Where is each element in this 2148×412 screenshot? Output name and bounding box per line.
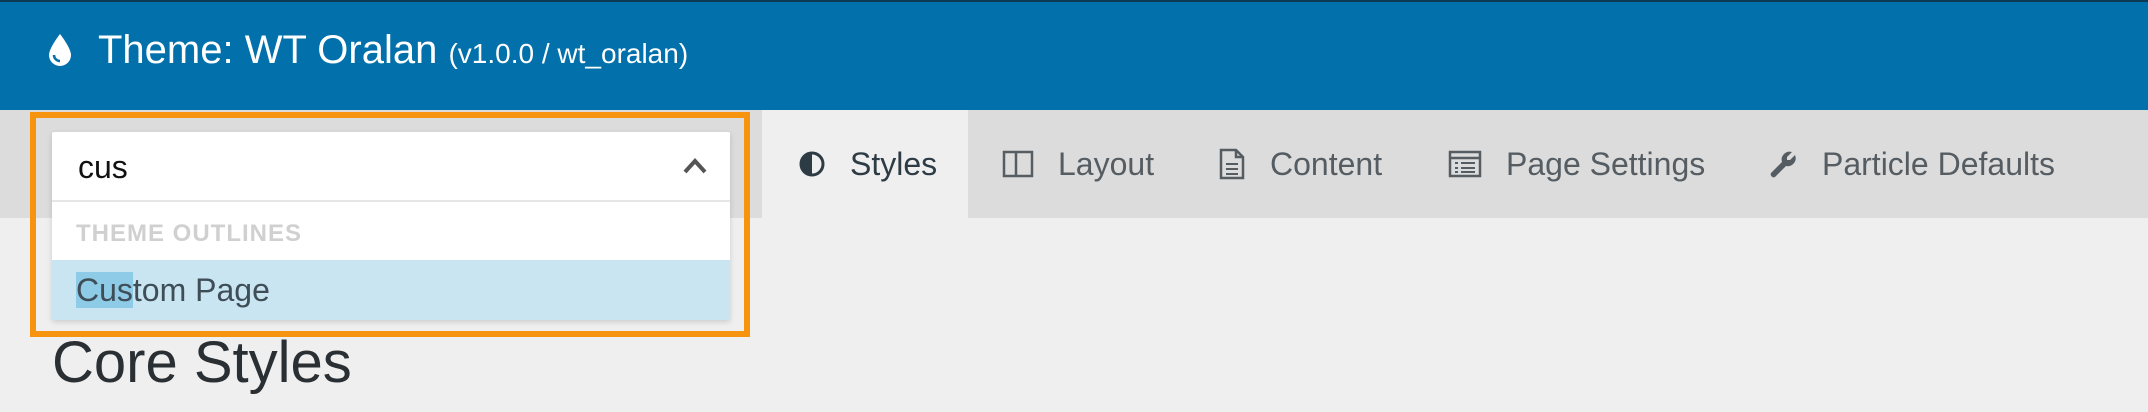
chevron-up-icon[interactable] bbox=[682, 156, 708, 176]
outline-search-value: cus bbox=[78, 149, 128, 185]
list-window-icon bbox=[1448, 150, 1482, 178]
tab-particle-defaults[interactable]: Particle Defaults bbox=[1768, 110, 2055, 218]
tab-styles-label: Styles bbox=[850, 145, 938, 182]
theme-header: Theme: WT Oralan (v1.0.0 / wt_oralan) bbox=[0, 0, 2148, 110]
document-icon bbox=[1219, 148, 1245, 180]
tab-page-settings-label: Page Settings bbox=[1506, 145, 1706, 182]
tab-particle-defaults-label: Particle Defaults bbox=[1822, 145, 2055, 182]
columns-icon bbox=[1002, 150, 1034, 178]
outline-option-label: Custom Page bbox=[76, 260, 270, 320]
tab-layout-label: Layout bbox=[1058, 145, 1155, 182]
theme-title: Theme: WT Oralan (v1.0.0 / wt_oralan) bbox=[98, 26, 688, 78]
outline-option-rest: tom Page bbox=[132, 272, 270, 308]
outline-group-label: THEME OUTLINES bbox=[76, 220, 303, 247]
wrench-icon bbox=[1770, 151, 1796, 178]
page-heading: Core Styles bbox=[52, 330, 352, 395]
half-circle-icon bbox=[799, 151, 825, 177]
tab-content-label: Content bbox=[1270, 145, 1383, 182]
search-match-highlight: Cus bbox=[76, 272, 133, 308]
outline-option-custom-page[interactable]: Custom Page bbox=[52, 260, 730, 320]
tab-styles[interactable]: Styles bbox=[762, 110, 968, 218]
outline-selector[interactable]: cus THEME OUTLINES Custom Page bbox=[52, 132, 730, 320]
tab-layout[interactable]: Layout bbox=[1002, 110, 1154, 218]
tab-content[interactable]: Content bbox=[1218, 110, 1382, 218]
theme-version: (v1.0.0 / wt_oralan) bbox=[448, 38, 689, 69]
tab-page-settings[interactable]: Page Settings bbox=[1448, 110, 1705, 218]
theme-name: Theme: WT Oralan bbox=[98, 28, 438, 72]
outline-search-input[interactable]: cus bbox=[52, 132, 730, 202]
droplet-icon bbox=[49, 34, 71, 66]
